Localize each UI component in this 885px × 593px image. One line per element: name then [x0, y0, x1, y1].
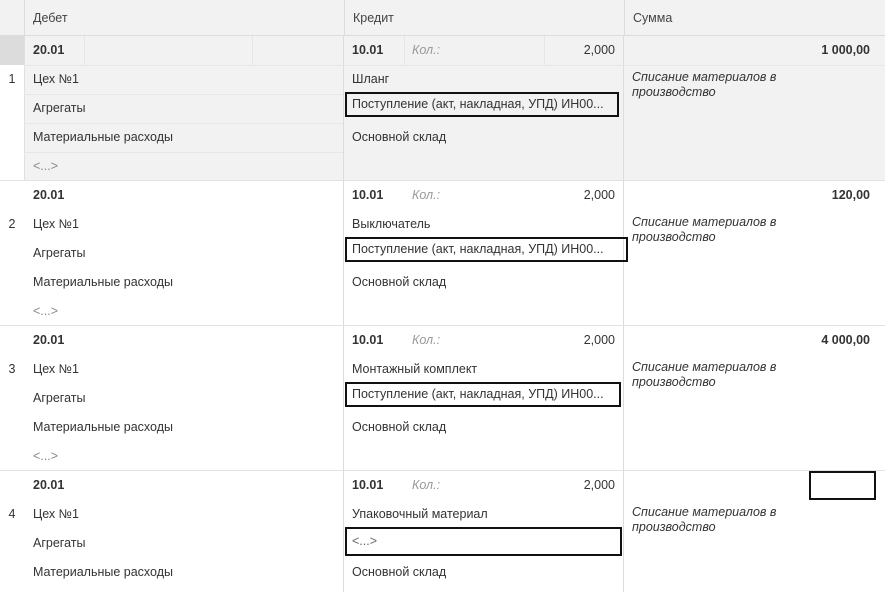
- debit-account[interactable]: 20.01: [33, 181, 64, 210]
- credit-subconto-3[interactable]: Основной склад: [352, 123, 446, 152]
- entry-description[interactable]: Списание материалов в производство: [632, 360, 812, 390]
- credit-subconto-3[interactable]: Основной склад: [352, 413, 446, 442]
- credit-subconto-1[interactable]: Выключатель: [352, 210, 430, 239]
- credit-account[interactable]: 10.01: [352, 471, 383, 500]
- divider: [623, 471, 624, 592]
- credit-account[interactable]: 10.01: [352, 36, 383, 65]
- divider: [404, 36, 405, 65]
- debit-subconto-1[interactable]: Цех №1: [33, 65, 79, 94]
- credit-account[interactable]: 10.01: [352, 181, 383, 210]
- table-row[interactable]: 1 20.01 Цех №1 Агрегаты Материальные рас…: [0, 36, 885, 181]
- credit-subconto-3[interactable]: Основной склад: [352, 268, 446, 297]
- quantity-value[interactable]: 2,000: [545, 36, 615, 65]
- divider: [252, 36, 253, 65]
- entry-description[interactable]: Списание материалов в производство: [632, 70, 812, 100]
- sum-value[interactable]: 4 000,00: [630, 326, 870, 355]
- divider: [24, 65, 885, 66]
- header-credit[interactable]: Кредит: [344, 0, 624, 36]
- quantity-value[interactable]: 2,000: [545, 181, 615, 210]
- debit-subconto-3[interactable]: Материальные расходы: [33, 558, 173, 587]
- divider: [84, 36, 85, 65]
- header-rownum: [0, 0, 24, 36]
- sum-value[interactable]: 1 000,00: [630, 36, 870, 65]
- divider: [623, 326, 624, 470]
- quantity-value[interactable]: 2,000: [545, 326, 615, 355]
- header-sum[interactable]: Сумма: [624, 0, 885, 36]
- credit-subconto-1[interactable]: Шланг: [352, 65, 389, 94]
- divider: [343, 471, 344, 592]
- sum-field-empty[interactable]: [809, 471, 876, 500]
- debit-subconto-3[interactable]: Материальные расходы: [33, 123, 173, 152]
- debit-subconto-2[interactable]: Агрегаты: [33, 384, 85, 413]
- table-row[interactable]: 3 20.01 Цех №1 Агрегаты Материальные рас…: [0, 326, 885, 471]
- debit-subconto-4[interactable]: <...>: [33, 297, 58, 326]
- table-header: Дебет Кредит Сумма: [0, 0, 885, 36]
- debit-subconto-4[interactable]: <...>: [33, 152, 58, 181]
- debit-subconto-1[interactable]: Цех №1: [33, 500, 79, 529]
- debit-account[interactable]: 20.01: [33, 471, 64, 500]
- divider: [343, 36, 344, 180]
- debit-subconto-3[interactable]: Материальные расходы: [33, 413, 173, 442]
- debit-account[interactable]: 20.01: [33, 326, 64, 355]
- credit-subconto-2[interactable]: <...>: [345, 527, 622, 556]
- debit-subconto-2[interactable]: Агрегаты: [33, 529, 85, 558]
- divider: [24, 152, 343, 153]
- quantity-label: Кол.:: [412, 478, 441, 492]
- divider: [343, 326, 344, 470]
- credit-subconto-1[interactable]: Монтажный комплект: [352, 355, 477, 384]
- table-row[interactable]: 2 20.01 Цех №1 Агрегаты Материальные рас…: [0, 181, 885, 326]
- credit-subconto-2[interactable]: Поступление (акт, накладная, УПД) ИН00..…: [345, 237, 628, 262]
- divider: [623, 36, 624, 180]
- entry-description[interactable]: Списание материалов в производство: [632, 505, 812, 535]
- row-number: 1: [8, 72, 16, 86]
- quantity-value[interactable]: 2,000: [545, 471, 615, 500]
- debit-subconto-4[interactable]: <...>: [33, 442, 58, 471]
- row-number: 2: [8, 217, 16, 231]
- row-number: 3: [8, 362, 16, 376]
- quantity-label: Кол.:: [412, 188, 441, 202]
- entries-table: 1 20.01 Цех №1 Агрегаты Материальные рас…: [0, 36, 885, 592]
- credit-subconto-3[interactable]: Основной склад: [352, 558, 446, 587]
- credit-subconto-1[interactable]: Упаковочный материал: [352, 500, 488, 529]
- table-row[interactable]: 4 20.01 Цех №1 Агрегаты Материальные рас…: [0, 471, 885, 592]
- debit-subconto-2[interactable]: Агрегаты: [33, 94, 85, 123]
- credit-subconto-2[interactable]: Поступление (акт, накладная, УПД) ИН00..…: [345, 92, 619, 117]
- credit-subconto-2[interactable]: Поступление (акт, накладная, УПД) ИН00..…: [345, 382, 621, 407]
- header-debit[interactable]: Дебет: [24, 0, 344, 36]
- entry-description[interactable]: Списание материалов в производство: [632, 215, 812, 245]
- divider: [24, 36, 25, 180]
- debit-subconto-2[interactable]: Агрегаты: [33, 239, 85, 268]
- credit-account[interactable]: 10.01: [352, 326, 383, 355]
- quantity-label: Кол.:: [412, 333, 441, 347]
- debit-account[interactable]: 20.01: [33, 36, 64, 65]
- debit-subconto-3[interactable]: Материальные расходы: [33, 268, 173, 297]
- debit-subconto-1[interactable]: Цех №1: [33, 355, 79, 384]
- quantity-label: Кол.:: [412, 43, 441, 57]
- row-selection-marker: [0, 36, 24, 65]
- row-number: 4: [8, 507, 16, 521]
- sum-value[interactable]: 120,00: [630, 181, 870, 210]
- debit-subconto-1[interactable]: Цех №1: [33, 210, 79, 239]
- divider: [343, 181, 344, 325]
